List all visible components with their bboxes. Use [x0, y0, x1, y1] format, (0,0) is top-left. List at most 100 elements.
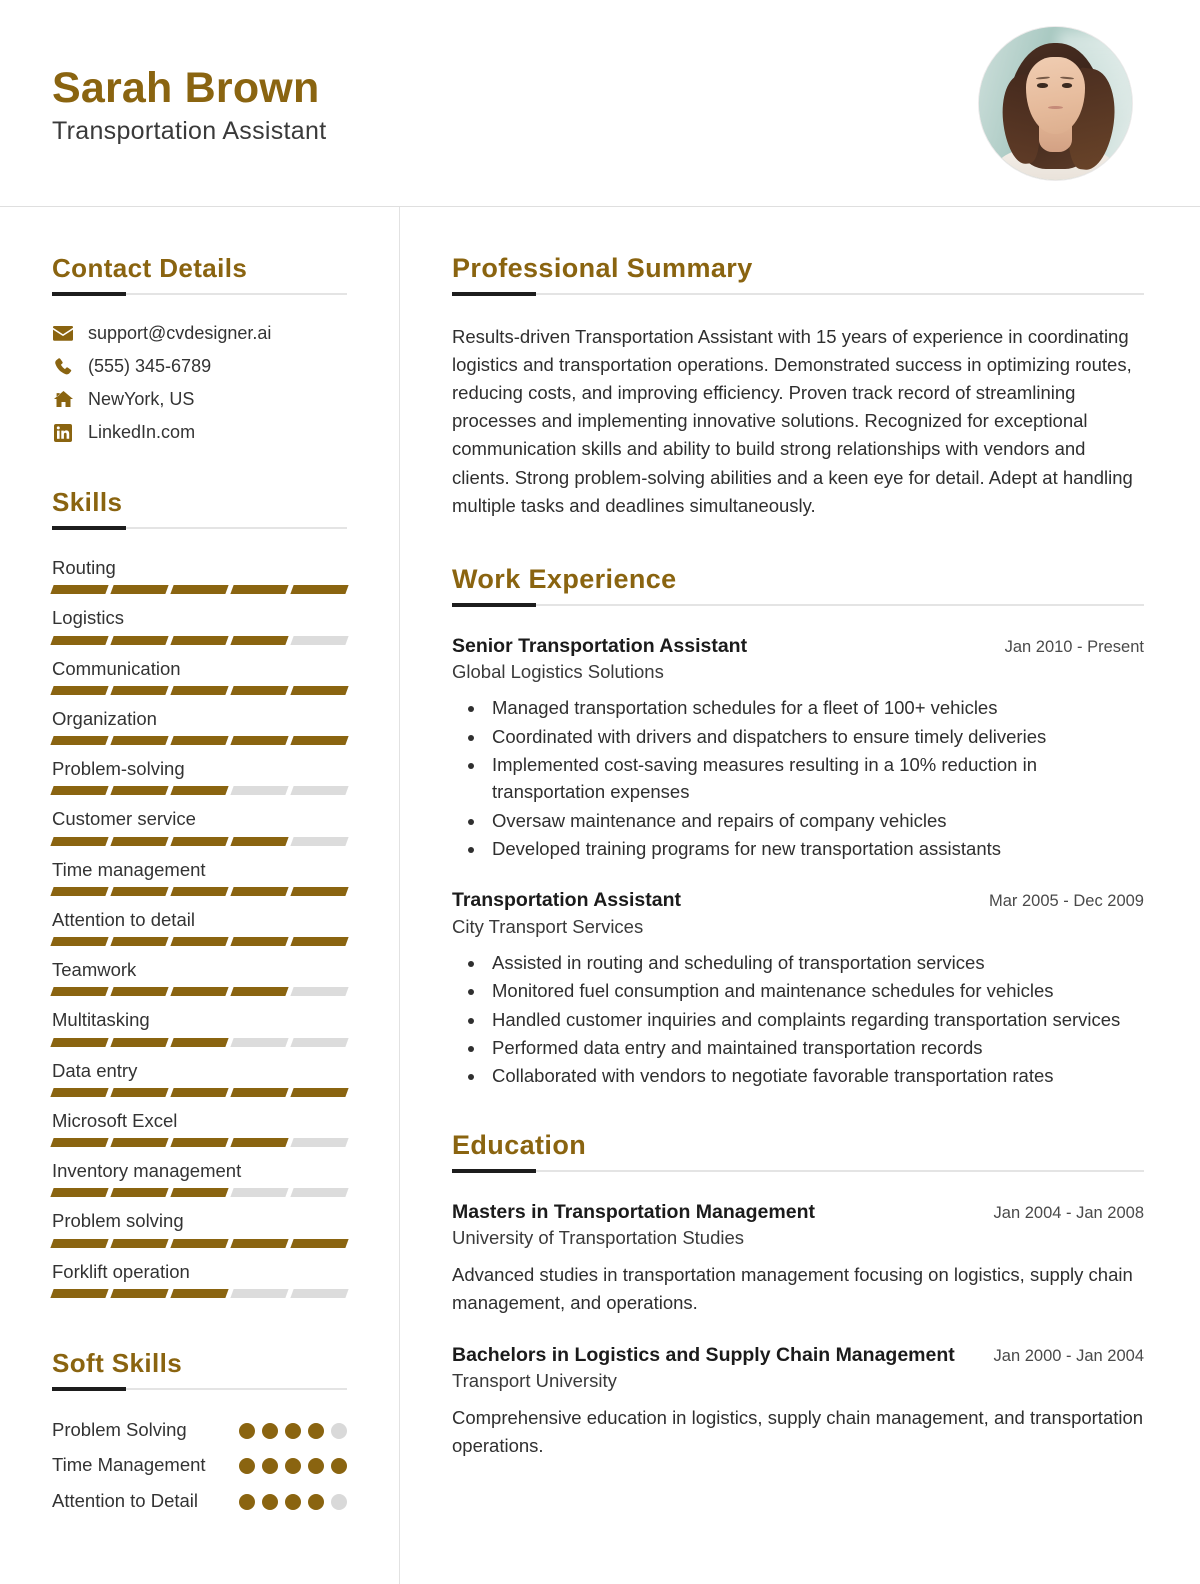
skill-level-segment [50, 786, 109, 796]
skill-row: Teamwork [50, 959, 349, 997]
skill-level-segment [290, 786, 349, 796]
skill-level-segment [110, 585, 169, 595]
soft-skill-dot [331, 1458, 347, 1475]
skill-level-segment [110, 1188, 169, 1198]
skills-section-title: Skills [52, 487, 123, 517]
skill-level-segment [110, 1037, 169, 1047]
skill-level-segment [290, 1138, 349, 1148]
skill-level-segment [290, 1188, 349, 1198]
skill-level-segment [170, 987, 229, 997]
skill-level-segment [290, 987, 349, 997]
soft-skill-rating [239, 1453, 347, 1475]
soft-skill-row: Problem Solving [52, 1418, 347, 1442]
skill-level-segment [290, 886, 349, 896]
skill-level-bar [50, 635, 349, 645]
skill-level-segment [170, 685, 229, 695]
skill-level-bar [50, 836, 349, 846]
skill-level-segment [50, 1037, 109, 1047]
soft-skill-dot [262, 1422, 278, 1439]
section-divider [452, 292, 1144, 296]
skill-level-segment [170, 635, 229, 645]
soft-skill-dot [331, 1422, 347, 1439]
home-icon [52, 390, 74, 410]
skill-name: Attention to detail [52, 908, 195, 930]
candidate-name: Sarah Brown [52, 63, 320, 112]
contact-item[interactable]: support@cvdesigner.ai [52, 323, 347, 344]
resume-body: Contact Details support@cvdesigner.ai (55… [0, 207, 1200, 1584]
soft-skill-name: Attention to Detail [52, 1489, 199, 1511]
soft-skill-dot [239, 1422, 255, 1439]
soft-skills-section-title: Soft Skills [52, 1347, 183, 1378]
section-divider [452, 1168, 1144, 1173]
education-entry: Masters in Transportation Management Jan … [452, 1200, 1144, 1317]
skill-level-segment [50, 1087, 109, 1097]
work-bullet: Managed transportation schedules for a f… [486, 694, 1144, 721]
summary-text: Results-driven Transportation Assistant … [452, 326, 1133, 516]
work-bullet: Collaborated with vendors to negotiate f… [486, 1062, 1144, 1089]
soft-skills-section: Soft Skills Problem Solving Time Manageme… [52, 1348, 347, 1513]
work-entry: Transportation Assistant Mar 2005 - Dec 2… [452, 888, 1144, 1089]
skill-row: Time management [50, 858, 349, 896]
skill-level-segment [170, 786, 229, 796]
skill-name: Customer service [52, 808, 196, 830]
skill-level-bar [50, 1087, 349, 1097]
work-entry-header: Transportation Assistant Mar 2005 - Dec 2… [452, 888, 1144, 912]
avatar-eye-left [1037, 83, 1048, 88]
skill-level-segment [290, 635, 349, 645]
soft-skill-name: Problem Solving [52, 1418, 187, 1440]
contact-item[interactable]: LinkedIn.com [52, 422, 347, 443]
skill-level-segment [230, 1138, 289, 1148]
soft-skill-dot [262, 1458, 278, 1475]
envelope-icon [52, 324, 74, 344]
work-bullet: Oversaw maintenance and repairs of compa… [486, 807, 1144, 834]
skill-level-segment [110, 1238, 169, 1248]
skill-level-segment [170, 886, 229, 896]
skill-level-segment [230, 987, 289, 997]
resume-page: Sarah Brown Transportation Assistant Con… [0, 0, 1200, 1584]
work-bullet: Implemented cost-saving measures resulti… [486, 751, 1144, 806]
contact-item[interactable]: NewYork, US [52, 389, 347, 410]
work-bullet: Coordinated with drivers and dispatchers… [486, 723, 1144, 750]
skill-level-segment [230, 886, 289, 896]
skill-row: Communication [50, 658, 349, 695]
work-bullet: Handled customer inquiries and complaint… [486, 1006, 1144, 1033]
skill-level-segment [50, 937, 109, 947]
work-bullet: Performed data entry and maintained tran… [486, 1034, 1144, 1061]
skill-level-segment [110, 937, 169, 947]
work-date-range: Jan 2010 - Present [1004, 637, 1144, 656]
work-bullet: Developed training programs for new tran… [486, 835, 1144, 862]
education-date-range: Jan 2004 - Jan 2008 [993, 1203, 1144, 1222]
skill-level-bar [50, 987, 349, 997]
skill-row: Routing [50, 557, 349, 595]
skill-level-segment [290, 685, 349, 695]
section-divider [52, 526, 347, 530]
main-column: Professional Summary Results-driven Tran… [400, 207, 1200, 1584]
skill-name: Inventory management [52, 1160, 242, 1182]
work-bullet: Monitored fuel consumption and maintenan… [486, 977, 1144, 1004]
education-degree: Masters in Transportation Management [452, 1200, 815, 1223]
soft-skill-row: Time Management [52, 1453, 347, 1477]
skill-row: Customer service [50, 808, 349, 846]
skills-list: Routing Logistics Communication Organizatio… [50, 557, 349, 1298]
contact-item[interactable]: (555) 345-6789 [52, 356, 347, 377]
contact-section: Contact Details support@cvdesigner.ai (55… [52, 253, 347, 443]
skill-level-segment [110, 836, 169, 846]
skill-name: Problem solving [52, 1210, 184, 1232]
skill-row: Problem solving [50, 1210, 349, 1248]
skill-row: Attention to detail [50, 908, 349, 947]
soft-skill-dot [308, 1422, 324, 1439]
skill-level-segment [50, 1288, 109, 1298]
work-section-title: Work Experience [452, 563, 677, 594]
education-entry: Bachelors in Logistics and Supply Chain … [452, 1343, 1144, 1460]
section-divider [52, 1386, 347, 1391]
soft-skill-dot [239, 1458, 255, 1475]
education-entry-header: Bachelors in Logistics and Supply Chain … [452, 1343, 1144, 1367]
skill-level-bar [50, 1188, 349, 1198]
skill-row: Problem-solving [50, 758, 349, 796]
skill-level-segment [110, 1087, 169, 1097]
skill-name: Time management [52, 858, 206, 880]
work-company: Global Logistics Solutions [452, 661, 664, 683]
skill-level-segment [230, 685, 289, 695]
skill-level-segment [110, 1138, 169, 1148]
work-date-range: Mar 2005 - Dec 2009 [988, 892, 1144, 911]
